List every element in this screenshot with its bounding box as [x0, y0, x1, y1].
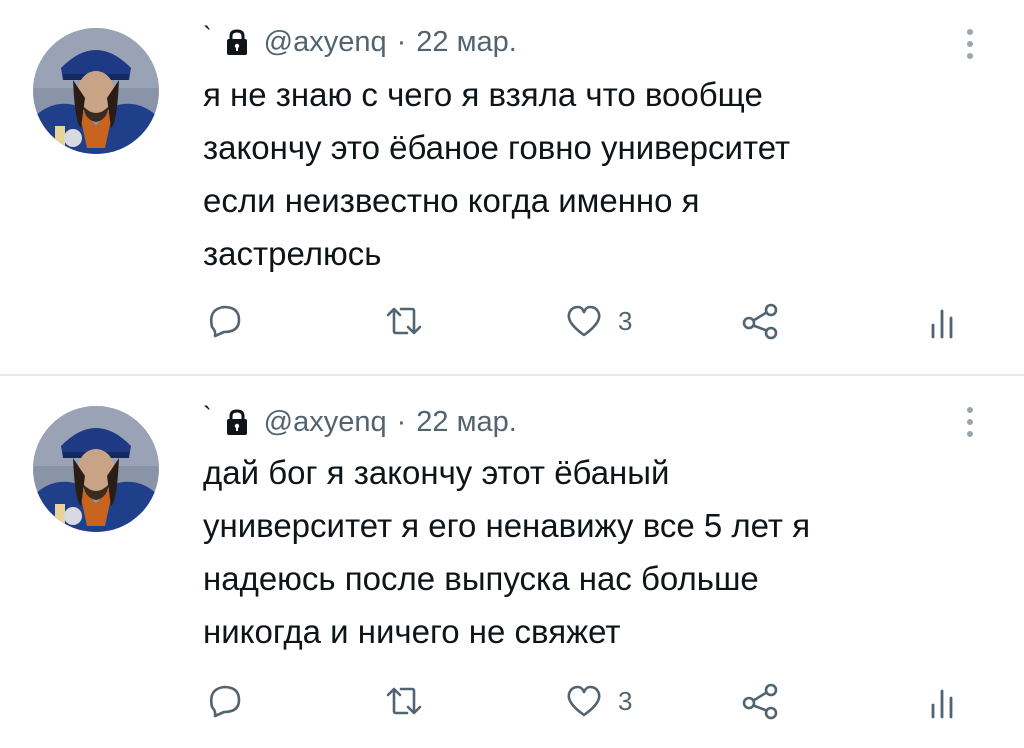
analytics-icon: [931, 689, 953, 719]
tweet-header: ` @axyenq · 22 мар.: [203, 22, 517, 62]
lock-icon: [222, 27, 252, 57]
reply-icon: [209, 305, 241, 338]
like-count: 3: [618, 685, 633, 716]
tweet-text: я не знаю с чего я взяла что вообще зако…: [203, 76, 791, 272]
retweet-icon: [386, 687, 422, 715]
share-icon: [742, 683, 778, 720]
retweet-icon: [386, 307, 422, 335]
handle[interactable]: @axyenq: [264, 26, 387, 59]
display-name[interactable]: `: [203, 403, 212, 429]
avatar[interactable]: [33, 406, 159, 532]
reply-icon: [209, 685, 241, 718]
tweet[interactable]: ` @axyenq · 22 мар. я не знаю с чего я в…: [0, 0, 1024, 374]
heart-icon: [567, 685, 601, 717]
tweet[interactable]: ` @axyenq · 22 мар. дай бог я закончу эт…: [0, 376, 1024, 748]
share-icon: [742, 303, 778, 340]
timestamp[interactable]: 22 мар.: [416, 26, 517, 59]
tweet-text: дай бог я закончу этот ёбаный университе…: [203, 454, 811, 650]
separator: ·: [396, 25, 407, 58]
display-name[interactable]: `: [203, 23, 212, 49]
lock-icon: [222, 407, 252, 437]
retweet-button[interactable]: [383, 296, 425, 346]
handle[interactable]: @axyenq: [264, 406, 387, 439]
like-button[interactable]: 3: [564, 296, 632, 346]
analytics-icon: [931, 309, 953, 339]
share-button[interactable]: [740, 296, 782, 346]
avatar-image: [33, 406, 159, 532]
tweet-header: ` @axyenq · 22 мар.: [203, 402, 517, 442]
action-bar: 3: [0, 296, 1024, 346]
timestamp[interactable]: 22 мар.: [416, 406, 517, 439]
heart-icon: [567, 305, 601, 337]
reply-button[interactable]: [204, 296, 244, 346]
like-count: 3: [618, 305, 633, 336]
reply-button[interactable]: [204, 676, 244, 726]
retweet-button[interactable]: [383, 676, 425, 726]
more-vertical-icon[interactable]: [964, 24, 976, 64]
action-bar: 3: [0, 676, 1024, 726]
avatar[interactable]: [33, 28, 159, 154]
more-vertical-icon[interactable]: [964, 402, 976, 442]
views-button[interactable]: [928, 296, 958, 346]
share-button[interactable]: [740, 676, 782, 726]
like-button[interactable]: 3: [564, 676, 632, 726]
avatar-image: [33, 28, 159, 154]
views-button[interactable]: [928, 676, 958, 726]
separator: ·: [396, 405, 407, 438]
